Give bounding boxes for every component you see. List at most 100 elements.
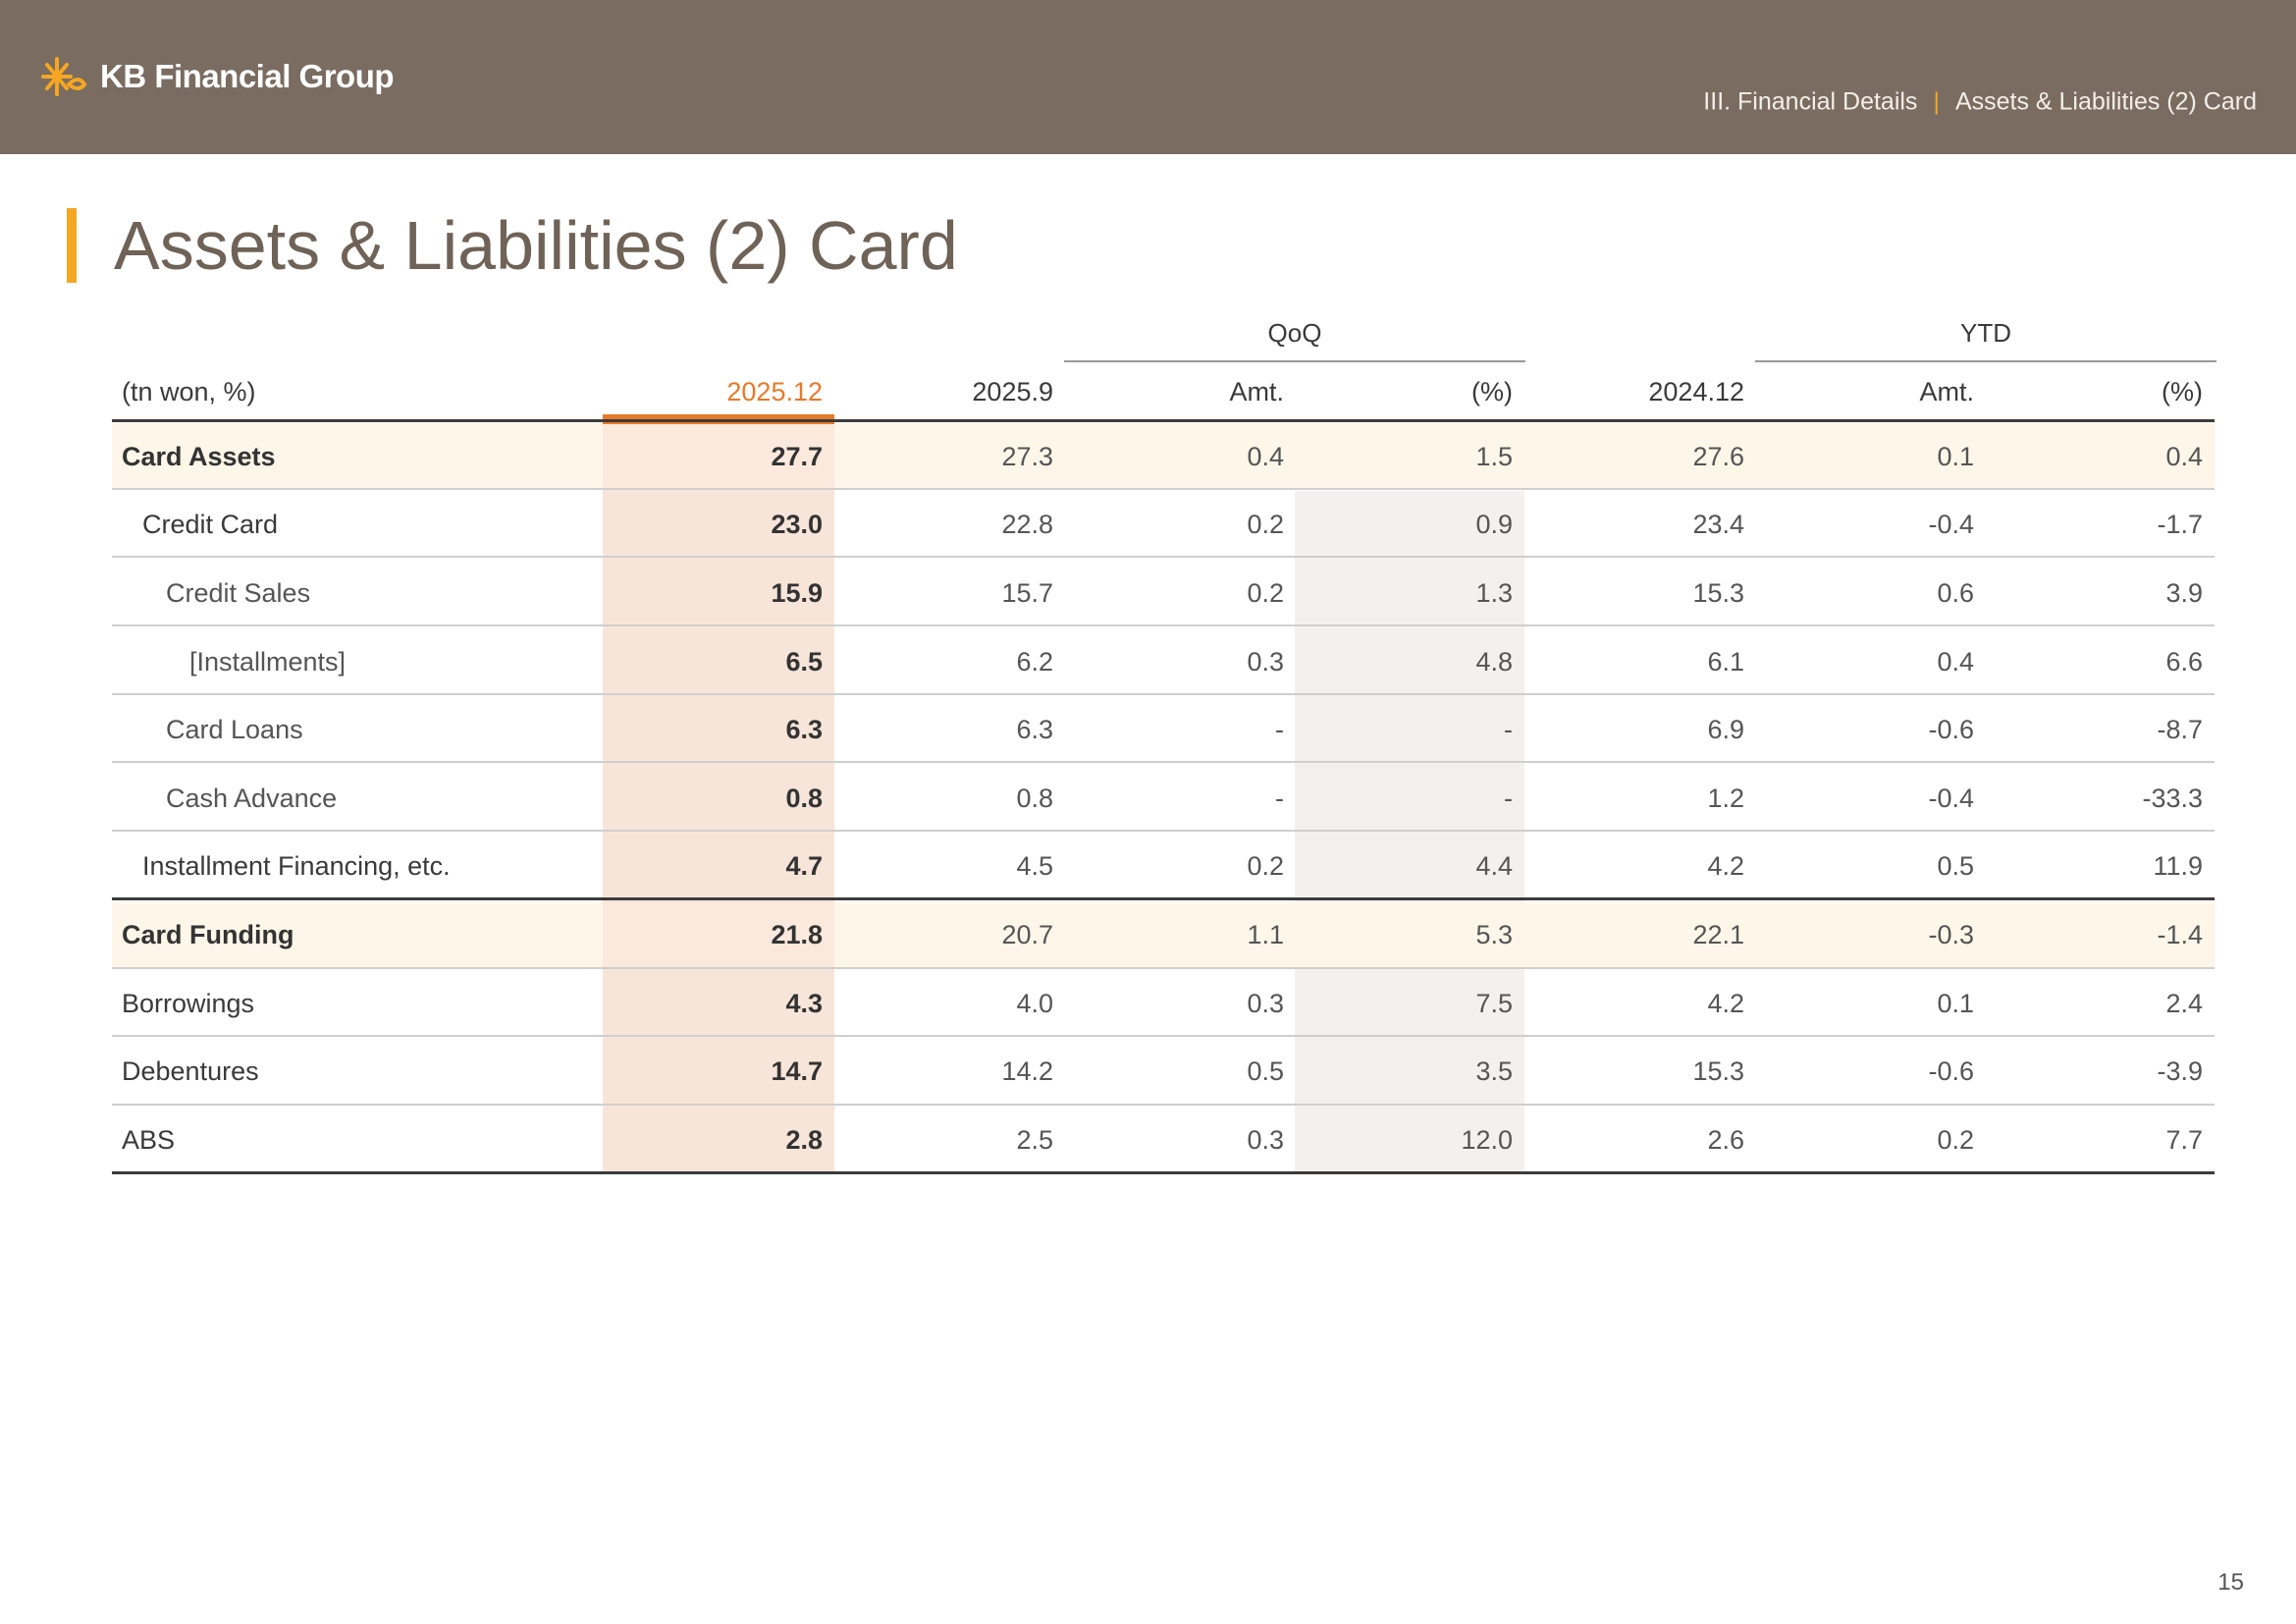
brand-logo: KB Financial Group (39, 51, 395, 102)
table-cell: - (1275, 715, 1284, 744)
table-cell: 0.3 (1247, 647, 1284, 677)
table-cell: 0.9 (1475, 510, 1513, 539)
table-cell: 5.3 (1475, 920, 1513, 949)
top-header-bar: KB Financial Group III. Financial Detail… (0, 0, 2296, 154)
qoq-group-label: QoQ (1267, 318, 1322, 348)
table-cell: 14.7 (771, 1056, 823, 1086)
qoq-group-rule (1064, 360, 1525, 362)
breadcrumb: III. Financial Details | Assets & Liabilit… (1703, 88, 2257, 117)
col-header-2025-12: 2025.12 (726, 377, 823, 406)
table-row: Debentures 14.7 14.2 0.5 3.5 15.3 -0.6 -3.9 (112, 1038, 2215, 1105)
table-cell: 14.2 (1001, 1056, 1053, 1086)
row-label: Borrowings (122, 989, 255, 1018)
table-cell: 6.5 (785, 647, 823, 677)
table-cell: -0.4 (1928, 784, 1974, 813)
table-cell: -1.7 (2157, 510, 2203, 539)
table-cell: 22.8 (1001, 510, 1053, 539)
page-title: Assets & Liabilities (2) Card (114, 207, 958, 284)
col-header-ytd-pct: (%) (2162, 377, 2203, 406)
row-label: Card Funding (122, 920, 294, 949)
row-label: Installment Financing, etc. (142, 851, 451, 881)
row-label: Cash Advance (166, 784, 338, 813)
table-cell: 0.2 (1247, 851, 1284, 881)
table-cell: 11.9 (2153, 851, 2203, 881)
table-cell: 6.1 (1707, 647, 1744, 677)
table-cell: 7.5 (1475, 989, 1513, 1018)
table-row: Credit Card 23.0 22.8 0.2 0.9 23.4 -0.4 -1.7 (112, 491, 2215, 558)
table-cell: 15.3 (1692, 578, 1744, 608)
col-header-ytd-amt: Amt. (1919, 377, 1974, 406)
table-top-rule (112, 419, 2215, 422)
table-cell: 0.3 (1247, 1125, 1284, 1155)
table-cell: 20.7 (1001, 920, 1053, 949)
table-cell: 22.1 (1692, 920, 1744, 949)
table-cell: 1.1 (1247, 920, 1284, 949)
table-row: Installment Financing, etc. 4.7 4.5 0.2 4.4 4… (112, 833, 2215, 899)
table-row: Card Assets 27.7 27.3 0.4 1.5 27.6 0.1 0.4 (112, 423, 2215, 490)
table-cell: 0.6 (1937, 578, 1974, 608)
table-cell: 0.4 (1247, 442, 1284, 471)
ytd-group-rule (1755, 360, 2216, 362)
table-cell: 2.4 (2165, 989, 2203, 1018)
col-header-qoq-amt: Amt. (1229, 377, 1284, 406)
table-cell: 2.6 (1707, 1125, 1744, 1155)
table-cell: 2.8 (785, 1125, 823, 1155)
table-cell: 4.4 (1475, 851, 1513, 881)
col-header-2025-9: 2025.9 (972, 377, 1053, 406)
table-cell: 3.5 (1475, 1056, 1513, 1086)
table-cell: -0.6 (1928, 1056, 1974, 1086)
table-cell: 4.2 (1707, 851, 1744, 881)
page-number: 15 (2217, 1569, 2244, 1596)
table-cell: 4.3 (785, 989, 823, 1018)
row-label: ABS (122, 1125, 176, 1155)
table-cell: - (1504, 784, 1513, 813)
table-cell: 23.0 (771, 510, 823, 539)
table-row: Credit Sales 15.9 15.7 0.2 1.3 15.3 0.6 3.9 (112, 560, 2215, 626)
table-cell: 0.5 (1247, 1056, 1284, 1086)
table-row: [Installments] 6.5 6.2 0.3 4.8 6.1 0.4 6.6 (112, 628, 2215, 695)
table-cell: 0.2 (1247, 578, 1284, 608)
table-cell: - (1275, 784, 1284, 813)
table-cell: -0.4 (1928, 510, 1974, 539)
table-cell: 0.2 (1247, 510, 1284, 539)
table-cell: 1.2 (1707, 784, 1744, 813)
brand-name: KB Financial Group (100, 58, 395, 94)
table-cell: 0.1 (1937, 989, 1974, 1018)
table-cell: 0.4 (2165, 442, 2203, 471)
table-cell: -3.9 (2157, 1056, 2203, 1086)
table-cell: 0.2 (1937, 1125, 1974, 1155)
table-cell: -0.6 (1928, 715, 1974, 744)
row-label: Debentures (122, 1056, 259, 1086)
row-label: Credit Card (142, 510, 279, 539)
table-cell: -1.4 (2157, 920, 2203, 949)
table-cell: 27.6 (1692, 442, 1744, 471)
table-cell: - (1504, 715, 1513, 744)
table-cell: 0.8 (785, 784, 823, 813)
col-header-qoq-pct: (%) (1471, 377, 1513, 406)
row-label: [Installments] (189, 647, 347, 677)
table-row: Card Loans 6.3 6.3 - - 6.9 -0.6 -8.7 (112, 696, 2215, 763)
table-cell: 4.0 (1016, 989, 1053, 1018)
title-accent-bar (67, 208, 77, 283)
table-cell: 4.8 (1475, 647, 1513, 677)
table-row: ABS 2.8 2.5 0.3 12.0 2.6 0.2 7.7 (112, 1107, 2215, 1173)
table-cell: 2.5 (1016, 1125, 1053, 1155)
table-cell: -8.7 (2157, 715, 2203, 744)
table-cell: 6.6 (2165, 647, 2203, 677)
breadcrumb-separator: | (1933, 87, 1940, 116)
table-cell: 1.5 (1475, 442, 1513, 471)
table-cell: 15.3 (1692, 1056, 1744, 1086)
table-cell: 6.3 (1016, 715, 1053, 744)
table-cell: 0.3 (1247, 989, 1284, 1018)
table-row: Cash Advance 0.8 0.8 - - 1.2 -0.4 -33.3 (112, 765, 2215, 832)
table-cell: -0.3 (1928, 920, 1974, 949)
table-cell: 15.7 (1001, 578, 1053, 608)
table-cell: 4.2 (1707, 989, 1744, 1018)
table-cell: 4.5 (1016, 851, 1053, 881)
table-row: Card Funding 21.8 20.7 1.1 5.3 22.1 -0.3 -1.4 (112, 901, 2215, 968)
kb-star-icon (41, 57, 87, 96)
table-cell: 6.2 (1016, 647, 1053, 677)
table-cell: 7.7 (2165, 1125, 2203, 1155)
table-cell: 3.9 (2165, 578, 2203, 608)
breadcrumb-page: Assets & Liabilities (2) Card (1954, 87, 2257, 116)
